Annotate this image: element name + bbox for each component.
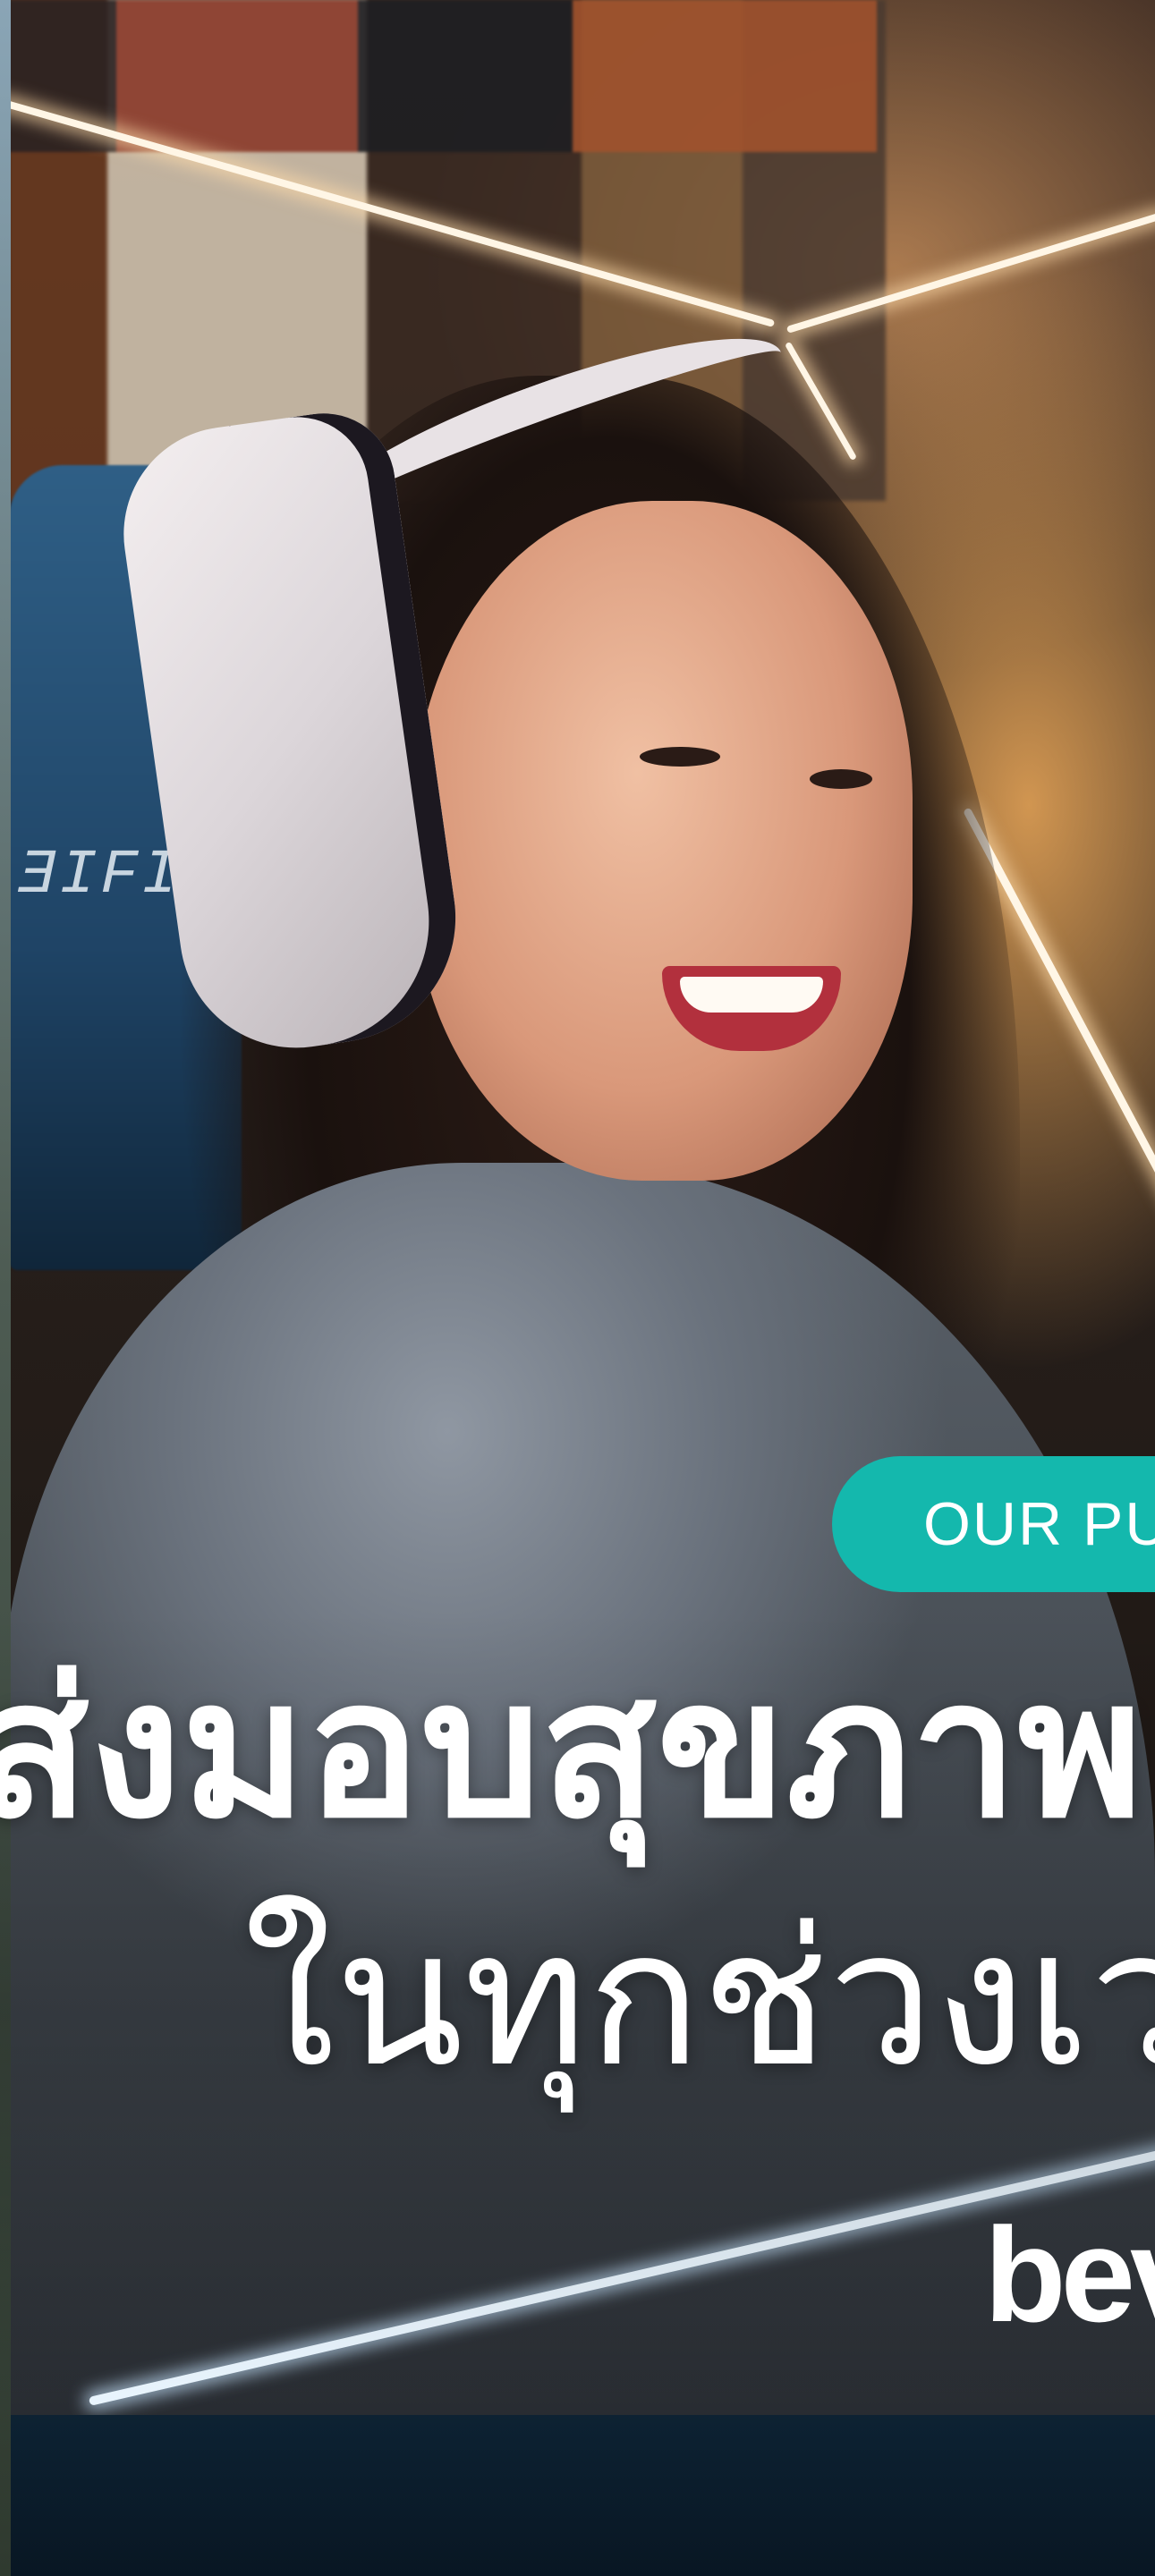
poster-strip <box>0 0 877 152</box>
eye <box>810 769 872 789</box>
brand-logo[interactable]: bev <box>984 2207 1155 2342</box>
teeth <box>680 977 823 1013</box>
headline-line-1: ส่งมอบสุขภาพ <box>0 1639 1143 1860</box>
face <box>412 501 913 1181</box>
section-badge: OUR PU <box>832 1456 1155 1592</box>
section-badge-label: OUR PU <box>923 1490 1155 1558</box>
eye <box>640 747 720 767</box>
desk <box>0 2415 1155 2576</box>
hero-photo: ƎIFIB <box>0 0 1155 2576</box>
headline-line-2: ในทุกช่วงเว <box>243 1889 1155 2108</box>
hero-banner: ƎIFIB OUR PU ส่งมอบสุขภาพ ในทุกช่วงเว be… <box>0 0 1155 2576</box>
